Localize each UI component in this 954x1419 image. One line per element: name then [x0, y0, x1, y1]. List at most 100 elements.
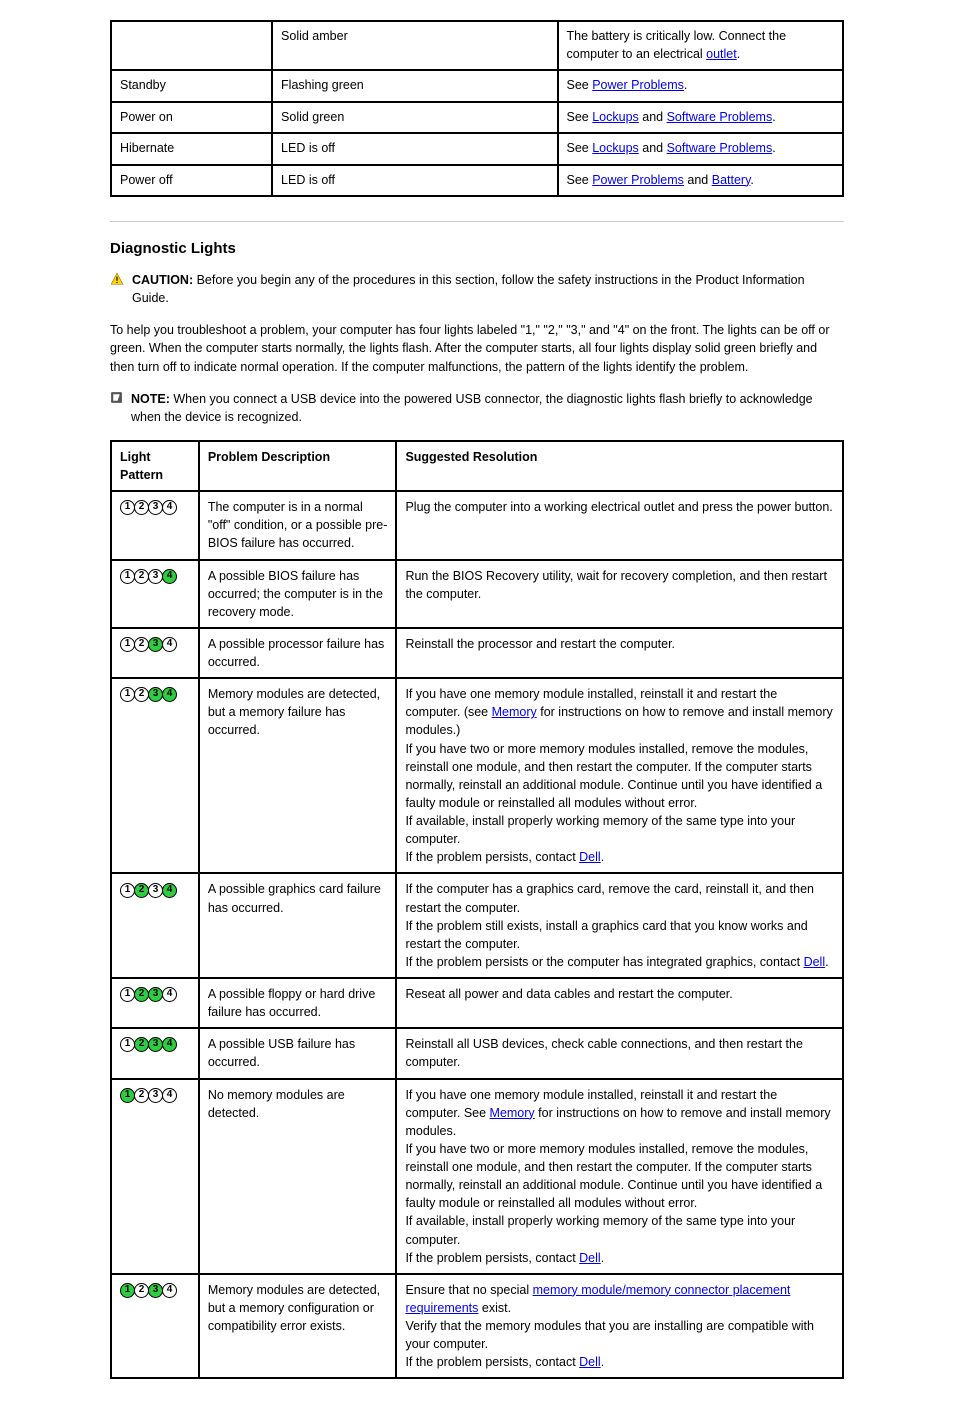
- led-state-cell: LED is off: [272, 165, 557, 197]
- diagnostic-light-3: 3: [148, 500, 163, 515]
- light-pattern-cell: 1234: [111, 1274, 199, 1379]
- link[interactable]: Battery: [712, 173, 751, 187]
- suggested-resolution-cell: If the computer has a graphics card, rem…: [396, 873, 843, 978]
- resolution-cell: The battery is critically low. Connect t…: [558, 21, 844, 70]
- caution-icon: [110, 272, 124, 291]
- light-pattern-cell: 1234: [111, 678, 199, 873]
- table-row: 1234 The computer is in a normal "off" co…: [111, 491, 843, 559]
- table-row: Power offLED is offSee Power Problems an…: [111, 165, 843, 197]
- light-pattern: 1234: [120, 1283, 176, 1297]
- diagnostic-light-3: 3: [148, 687, 163, 702]
- diagnostic-light-2: 2: [134, 883, 149, 898]
- link[interactable]: Dell: [804, 955, 826, 969]
- problem-description-cell: A possible BIOS failure has occurred; th…: [199, 560, 397, 628]
- diagnostic-light-2: 2: [134, 500, 149, 515]
- light-pattern-cell: 1234: [111, 978, 199, 1028]
- link[interactable]: Lockups: [592, 110, 639, 124]
- diagnostic-light-2: 2: [134, 1283, 149, 1298]
- diagnostic-light-3: 3: [148, 637, 163, 652]
- link[interactable]: Power Problems: [592, 173, 684, 187]
- power-state-cell: Hibernate: [111, 133, 272, 165]
- diagnostic-light-4: 4: [162, 687, 177, 702]
- link[interactable]: Power Problems: [592, 78, 684, 92]
- led-state-cell: Solid amber: [272, 21, 557, 70]
- diagnostic-light-4: 4: [162, 1037, 177, 1052]
- suggested-resolution-cell: If you have one memory module installed,…: [396, 678, 843, 873]
- resolution-cell: See Lockups and Software Problems.: [558, 133, 844, 165]
- suggested-resolution-cell: Reseat all power and data cables and res…: [396, 978, 843, 1028]
- diagnostic-light-3: 3: [148, 1037, 163, 1052]
- table-row: Solid amberThe battery is critically low…: [111, 21, 843, 70]
- table-row: HibernateLED is offSee Lockups and Softw…: [111, 133, 843, 165]
- diagnostic-light-4: 4: [162, 637, 177, 652]
- led-state-cell: Flashing green: [272, 70, 557, 102]
- diagnostic-light-3: 3: [148, 1088, 163, 1103]
- diagnostic-light-2: 2: [134, 687, 149, 702]
- link[interactable]: outlet: [706, 47, 737, 61]
- link[interactable]: Memory: [492, 705, 537, 719]
- problem-description-cell: A possible processor failure has occurre…: [199, 628, 397, 678]
- link[interactable]: Memory: [490, 1106, 535, 1120]
- link[interactable]: Software Problems: [667, 110, 773, 124]
- caution-callout: CAUTION: Before you begin any of the pro…: [110, 271, 844, 307]
- problem-description-cell: No memory modules are detected.: [199, 1079, 397, 1274]
- link[interactable]: Dell: [579, 1251, 601, 1265]
- light-pattern-cell: 1234: [111, 1028, 199, 1078]
- power-state-cell: Power on: [111, 102, 272, 134]
- problem-description-cell: A possible USB failure has occurred.: [199, 1028, 397, 1078]
- suggested-resolution-cell: Reinstall the processor and restart the …: [396, 628, 843, 678]
- suggested-resolution-cell: Plug the computer into a working electri…: [396, 491, 843, 559]
- resolution-cell: See Power Problems and Battery.: [558, 165, 844, 197]
- light-pattern: 1234: [120, 987, 176, 1001]
- light-pattern: 1234: [120, 1037, 176, 1051]
- diagnostic-light-3: 3: [148, 1283, 163, 1298]
- table-row: 1234No memory modules are detected.If yo…: [111, 1079, 843, 1274]
- diagnostic-light-1: 1: [120, 500, 135, 515]
- diagnostic-light-1: 1: [120, 1037, 135, 1052]
- table-row: 1234 Memory modules are detected, but a m…: [111, 1274, 843, 1379]
- diagnostic-light-1: 1: [120, 637, 135, 652]
- resolution-cell: See Lockups and Software Problems.: [558, 102, 844, 134]
- diagnostic-light-2: 2: [134, 1037, 149, 1052]
- diagnostic-intro: To help you troubleshoot a problem, your…: [110, 321, 844, 375]
- problem-description-cell: A possible floppy or hard drive failure …: [199, 978, 397, 1028]
- note-icon: [110, 391, 123, 409]
- problem-description-cell: Memory modules are detected, but a memor…: [199, 678, 397, 873]
- link[interactable]: Lockups: [592, 141, 639, 155]
- light-pattern: 1234: [120, 500, 176, 514]
- diagnostic-light-2: 2: [134, 569, 149, 584]
- link[interactable]: Dell: [579, 1355, 601, 1369]
- light-pattern: 1234: [120, 637, 176, 651]
- suggested-resolution-cell: Ensure that no special memory module/mem…: [396, 1274, 843, 1379]
- diagnostic-light-3: 3: [148, 987, 163, 1002]
- problem-description-cell: Memory modules are detected, but a memor…: [199, 1274, 397, 1379]
- col-header-res: Suggested Resolution: [396, 441, 843, 491]
- light-pattern-cell: 1234: [111, 628, 199, 678]
- light-pattern-cell: 1234: [111, 873, 199, 978]
- diagnostic-light-2: 2: [134, 987, 149, 1002]
- power-state-cell: [111, 21, 272, 70]
- diagnostic-light-3: 3: [148, 569, 163, 584]
- diagnostic-light-4: 4: [162, 1283, 177, 1298]
- table-row: 1234A possible BIOS failure has occurred…: [111, 560, 843, 628]
- diagnostic-light-1: 1: [120, 1283, 135, 1298]
- table-row: 1234 A possible floppy or hard drive fail…: [111, 978, 843, 1028]
- diagnostic-light-4: 4: [162, 1088, 177, 1103]
- section-title: Diagnostic Lights: [110, 240, 844, 257]
- link[interactable]: Dell: [579, 850, 601, 864]
- link[interactable]: Software Problems: [667, 141, 773, 155]
- resolution-cell: See Power Problems.: [558, 70, 844, 102]
- light-pattern: 1234: [120, 882, 176, 896]
- diagnostic-light-4: 4: [162, 500, 177, 515]
- section-divider: [110, 221, 844, 222]
- caution-body: Before you begin any of the procedures i…: [132, 273, 805, 305]
- light-pattern-cell: 1234: [111, 1079, 199, 1274]
- table-row: StandbyFlashing greenSee Power Problems.: [111, 70, 843, 102]
- link[interactable]: memory module/memory connector placement…: [405, 1283, 790, 1315]
- diagnostic-light-1: 1: [120, 687, 135, 702]
- light-pattern-cell: 1234: [111, 560, 199, 628]
- light-pattern: 1234: [120, 1088, 176, 1102]
- power-state-table: Solid amberThe battery is critically low…: [110, 20, 844, 197]
- note-callout: NOTE: When you connect a USB device into…: [110, 390, 844, 426]
- problem-description-cell: The computer is in a normal "off" condit…: [199, 491, 397, 559]
